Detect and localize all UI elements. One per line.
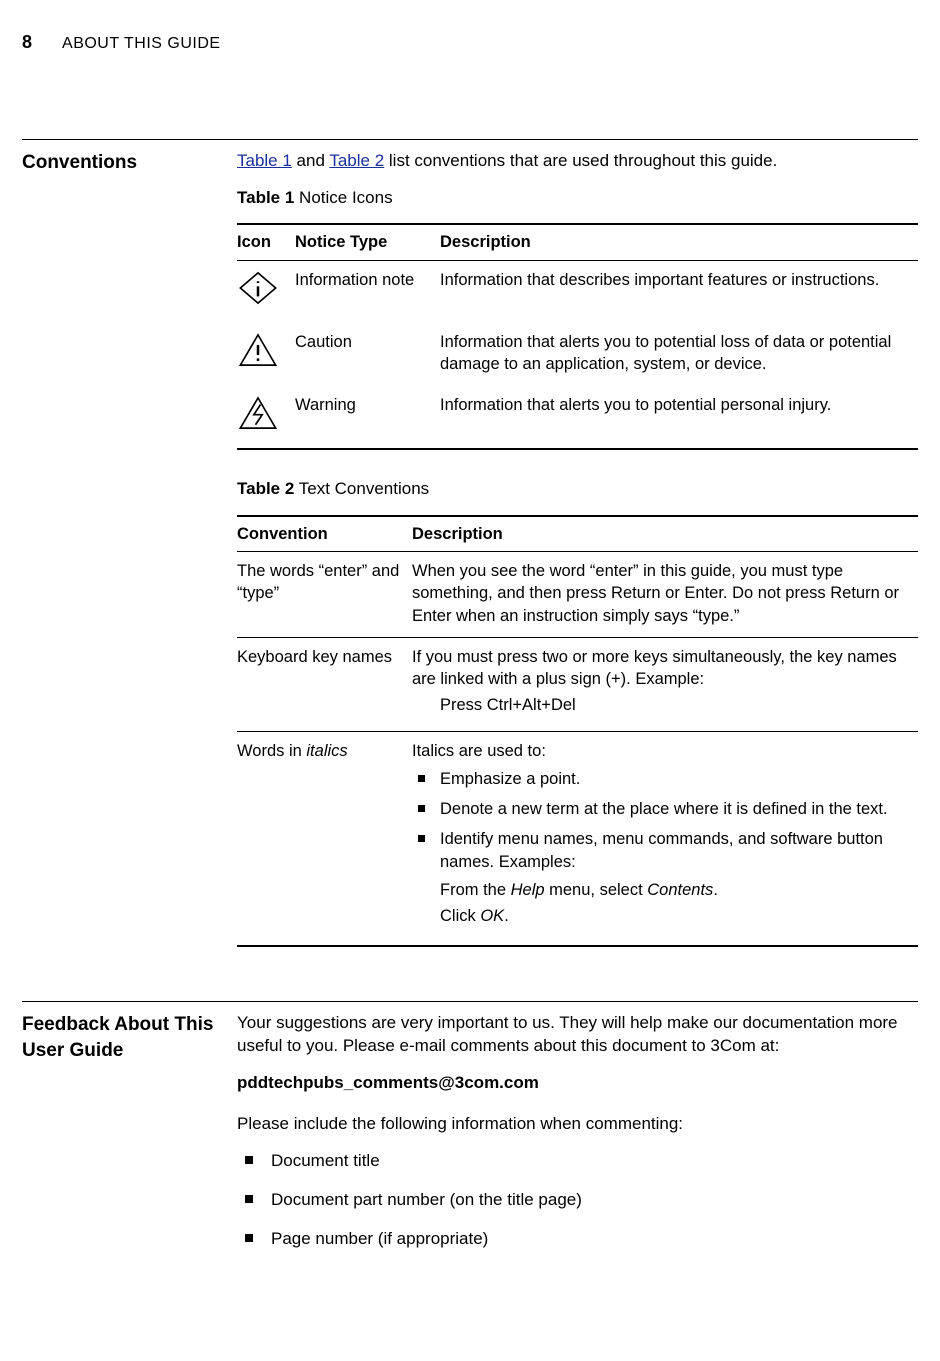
conv-name: Keyboard key names	[237, 637, 412, 731]
conv-desc: If you must press two or more keys simul…	[412, 637, 918, 731]
conv-name: The words “enter” and “type”	[237, 552, 412, 638]
notice-type: Warning	[295, 386, 440, 449]
intro-after: list conventions that are used throughou…	[384, 151, 777, 170]
ex-text: .	[504, 907, 509, 925]
ex-text: From the	[440, 881, 511, 899]
feedback-list: Document title Document part number (on …	[237, 1150, 918, 1251]
section-conventions: Conventions Table 1 and Table 2 list con…	[22, 139, 918, 948]
th-convention: Convention	[237, 516, 412, 552]
body-feedback: Your suggestions are very important to u…	[237, 1002, 918, 1267]
link-table-1[interactable]: Table 1	[237, 151, 292, 170]
list-item: Denote a new term at the place where it …	[412, 798, 908, 820]
ex-italic: Help	[511, 881, 545, 899]
conv-name-a: Words in	[237, 742, 306, 760]
table-row: Warning Information that alerts you to p…	[237, 386, 918, 449]
keyboard-example: Press Ctrl+Alt+Del	[440, 694, 908, 716]
conv-desc-text: If you must press two or more keys simul…	[412, 648, 897, 688]
th-description: Description	[440, 224, 918, 260]
conventions-intro: Table 1 and Table 2 list conventions tha…	[237, 150, 918, 173]
ex-text: menu, select	[545, 881, 648, 899]
italics-lead: Italics are used to:	[412, 742, 546, 760]
notice-desc: Information that describes important fea…	[440, 260, 918, 323]
notice-type: Caution	[295, 323, 440, 386]
heading-conventions: Conventions	[22, 140, 237, 176]
table-notice-icons: Icon Notice Type Description Information…	[237, 223, 918, 449]
conv-desc: When you see the word “enter” in this gu…	[412, 552, 918, 638]
ex-italic: Contents	[647, 881, 713, 899]
table1-caption: Table 1 Notice Icons	[237, 187, 918, 210]
list-item-text: Identify menu names, menu commands, and …	[440, 830, 883, 870]
table-row: Caution Information that alerts you to p…	[237, 323, 918, 386]
table-row: Keyboard key names If you must press two…	[237, 637, 918, 731]
table2-caption-label: Table 2	[237, 479, 294, 498]
list-item: Document title	[237, 1150, 918, 1173]
caution-icon	[237, 323, 295, 386]
table-row: Words in italics Italics are used to: Em…	[237, 731, 918, 946]
th-icon: Icon	[237, 224, 295, 260]
intro-mid: and	[292, 151, 330, 170]
italics-list: Emphasize a point. Denote a new term at …	[412, 768, 908, 928]
ex-text: Click	[440, 907, 480, 925]
feedback-p1: Your suggestions are very important to u…	[237, 1012, 918, 1058]
example-line: Click OK.	[440, 905, 908, 927]
page-number: 8	[22, 30, 32, 54]
conv-desc: Italics are used to: Emphasize a point. …	[412, 731, 918, 946]
conv-name-italics: italics	[306, 742, 347, 760]
section-feedback: Feedback About This User Guide Your sugg…	[22, 1001, 918, 1267]
th-desc: Description	[412, 516, 918, 552]
heading-feedback: Feedback About This User Guide	[22, 1002, 237, 1063]
table2-caption: Table 2 Text Conventions	[237, 478, 918, 501]
warning-icon	[237, 386, 295, 449]
table-row: The words “enter” and “type” When you se…	[237, 552, 918, 638]
example-line: From the Help menu, select Contents.	[440, 879, 908, 901]
table-text-conventions: Convention Description The words “enter”…	[237, 515, 918, 948]
list-item: Identify menu names, menu commands, and …	[412, 828, 908, 927]
link-table-2[interactable]: Table 2	[329, 151, 384, 170]
list-item: Document part number (on the title page)	[237, 1189, 918, 1212]
page-header: 8 ABOUT THIS GUIDE	[22, 30, 918, 55]
ex-text: .	[713, 881, 718, 899]
notice-desc: Information that alerts you to potential…	[440, 323, 918, 386]
ex-italic: OK	[480, 907, 504, 925]
body-conventions: Table 1 and Table 2 list conventions tha…	[237, 140, 918, 948]
conv-name: Words in italics	[237, 731, 412, 946]
info-icon	[237, 260, 295, 323]
page-title: ABOUT THIS GUIDE	[62, 33, 221, 55]
table2-caption-text: Text Conventions	[294, 479, 429, 498]
th-notice-type: Notice Type	[295, 224, 440, 260]
notice-desc: Information that alerts you to potential…	[440, 386, 918, 449]
table1-caption-text: Notice Icons	[294, 188, 392, 207]
table1-caption-label: Table 1	[237, 188, 294, 207]
table-row: Information note Information that descri…	[237, 260, 918, 323]
notice-type: Information note	[295, 260, 440, 323]
feedback-p2: Please include the following information…	[237, 1113, 918, 1136]
list-item: Emphasize a point.	[412, 768, 908, 790]
list-item: Page number (if appropriate)	[237, 1228, 918, 1251]
feedback-email: pddtechpubs_comments@3com.com	[237, 1072, 918, 1095]
